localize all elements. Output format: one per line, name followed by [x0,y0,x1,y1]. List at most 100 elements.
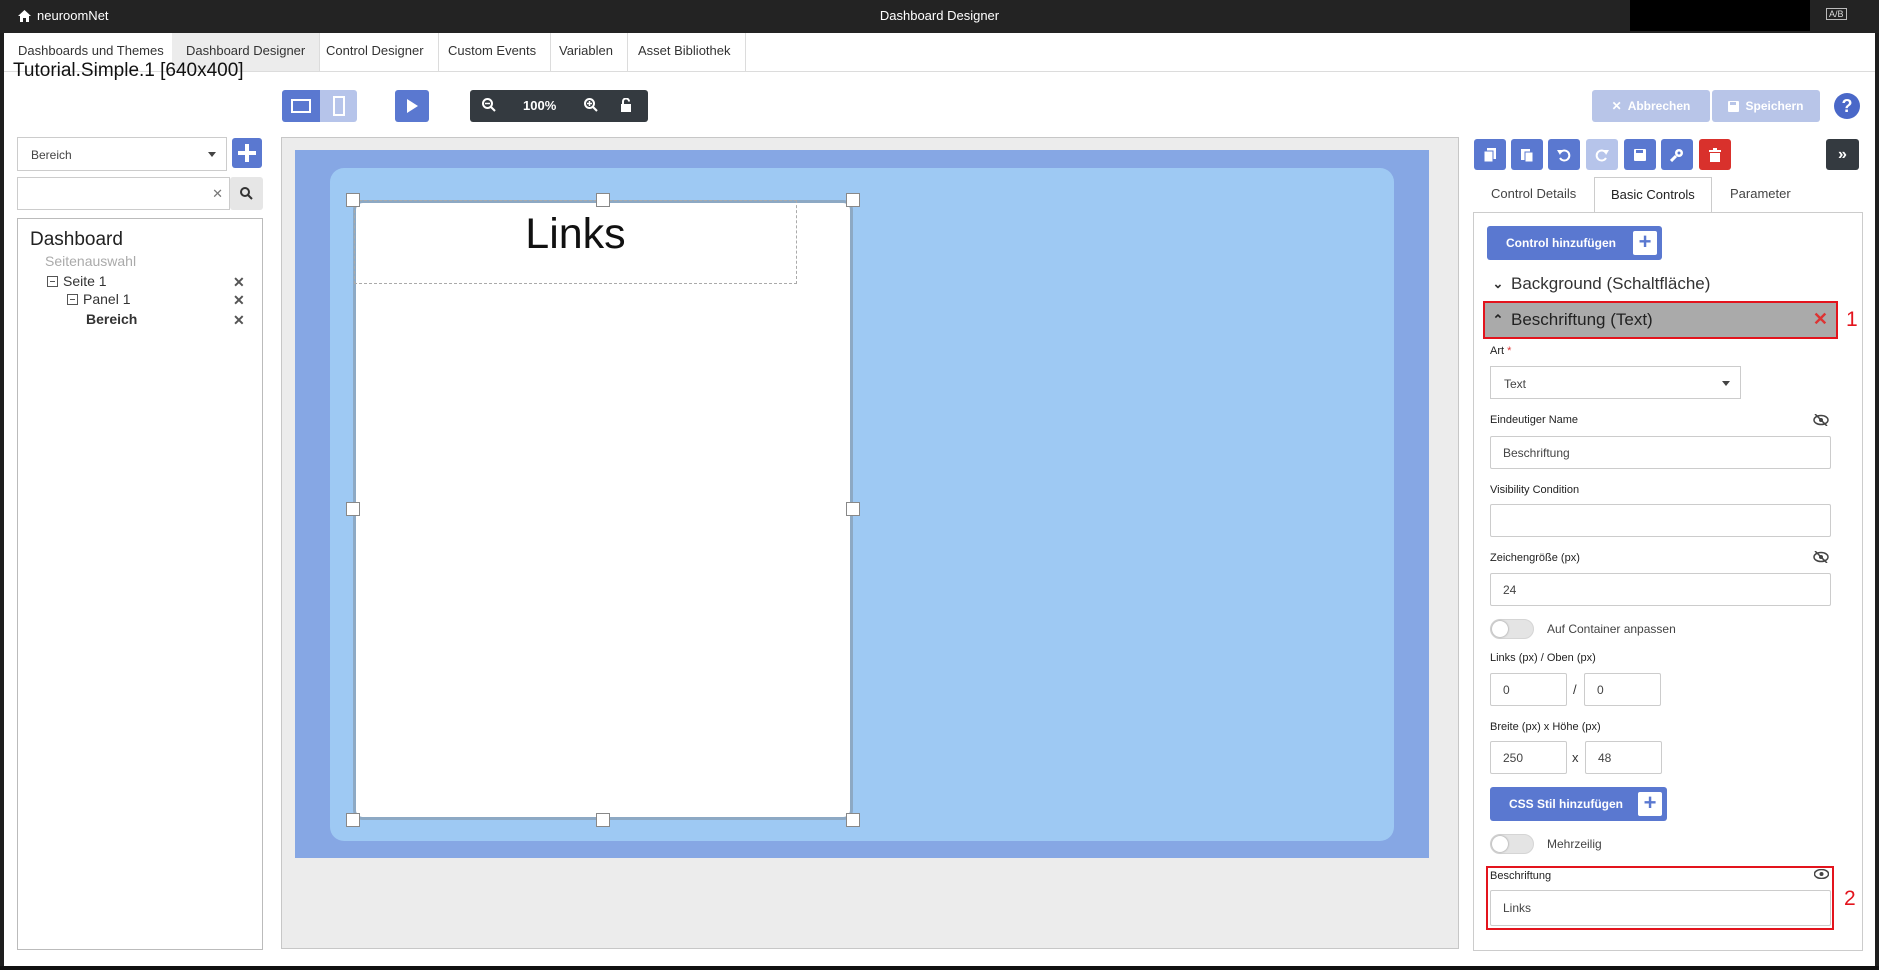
unlock-icon[interactable] [620,97,632,115]
annotation-1: 1 [1846,308,1858,331]
add-element-button[interactable] [232,138,262,168]
annotation-2: 2 [1844,887,1856,910]
window-title: Dashboard Designer [879,8,1000,23]
resize-handle[interactable] [346,502,360,516]
tree-node-bereich[interactable]: Bereich [86,311,137,327]
double-chevron-right-icon: » [1838,145,1847,163]
fit-container-toggle[interactable] [1490,619,1534,639]
search-button[interactable] [230,177,263,210]
save-label: Speichern [1745,99,1804,113]
save-button[interactable]: Speichern [1712,90,1820,122]
paste-button[interactable] [1511,139,1543,170]
unique-name-input[interactable]: Beschriftung [1490,436,1831,469]
clear-search-icon[interactable]: ✕ [212,186,223,202]
landscape-view-button[interactable] [282,90,320,122]
fit-container-label: Auf Container anpassen [1547,622,1676,636]
canvas-label-text[interactable]: Links [354,210,797,259]
top-px-input[interactable]: 0 [1584,673,1661,706]
tree-root[interactable]: Dashboard [30,229,123,251]
copy-button[interactable] [1474,139,1506,170]
copy-icon [1484,147,1496,162]
close-icon: ✕ [1611,99,1622,113]
element-type-value: Bereich [31,148,72,162]
size-label: Breite (px) x Höhe (px) [1490,721,1601,733]
undo-button[interactable] [1548,139,1580,170]
selected-panel[interactable] [353,200,853,820]
highlight-box-1 [1483,301,1838,339]
tab-custom-events[interactable]: Custom Events [434,33,552,71]
preview-play-button[interactable] [395,90,429,122]
tab-asset-bibliothek[interactable]: Asset Bibliothek [624,33,746,71]
add-control-label: Control hinzufügen [1506,236,1616,250]
resize-handle[interactable] [596,813,610,827]
left-px-input[interactable]: 0 [1490,673,1567,706]
delete-seite-1-icon[interactable]: ✕ [233,274,245,291]
delete-bereich-icon[interactable]: ✕ [233,312,245,329]
tab-basic-controls[interactable]: Basic Controls [1594,177,1712,213]
paste-icon [1521,148,1533,162]
tree-node-panel-1[interactable]: Panel 1 [67,291,130,307]
eye-slash-icon[interactable] [1813,551,1829,563]
art-select[interactable]: Text [1490,366,1741,399]
redo-icon [1595,149,1609,161]
resize-handle[interactable] [346,193,360,207]
collapse-icon[interactable] [67,293,78,305]
delete-button[interactable] [1699,139,1731,170]
height-px-input[interactable]: 48 [1585,741,1662,774]
tree-search-input[interactable]: ✕ [17,177,230,210]
tree-node-label: Panel 1 [83,291,131,307]
tree-page-select[interactable]: Seitenauswahl [45,253,136,269]
cancel-label: Abbrechen [1627,99,1691,113]
title-bar: neuroomNet Dashboard Designer A/B [0,0,1879,33]
main-menu: Dashboards und Themes Dashboard Designer… [4,33,1875,72]
chevron-down-icon [1722,380,1730,386]
tab-parameter[interactable]: Parameter [1730,177,1791,213]
cancel-button[interactable]: ✕ Abbrechen [1592,90,1710,122]
position-label: Links (px) / Oben (px) [1490,652,1596,664]
tab-variablen[interactable]: Variablen [545,33,628,71]
plus-icon [238,144,256,162]
collapse-panel-button[interactable]: » [1826,139,1859,170]
zoom-in-icon[interactable] [584,98,598,115]
tree-node-seite-1[interactable]: Seite 1 [47,273,107,289]
font-size-input[interactable]: 24 [1490,573,1831,606]
tab-control-designer[interactable]: Control Designer [312,33,439,71]
wrench-icon [1670,148,1683,162]
settings-button[interactable] [1661,139,1693,170]
add-control-button[interactable]: Control hinzufügen + [1487,226,1662,260]
delete-panel-1-icon[interactable]: ✕ [233,292,245,309]
search-icon [240,187,253,200]
element-type-select[interactable]: Bereich [17,137,227,171]
art-value: Text [1504,377,1527,391]
font-size-label: Zeichengröße (px) [1490,552,1580,564]
tab-control-details[interactable]: Control Details [1491,177,1576,213]
section-background[interactable]: ⌄ Background (Schaltfläche) [1485,267,1836,301]
position-separator: / [1573,682,1577,697]
document-title: Tutorial.Simple.1 [640x400] [13,60,244,81]
highlight-box-2 [1486,866,1834,930]
multiline-label: Mehrzeilig [1547,837,1602,851]
section-title: Background (Schaltfläche) [1511,274,1711,293]
zoom-toolbar: 100% [470,90,648,122]
multiline-toggle[interactable] [1490,834,1534,854]
language-icon[interactable]: A/B [1826,8,1847,20]
zoom-out-icon[interactable] [482,98,496,115]
eye-slash-icon[interactable] [1813,414,1829,426]
collapse-icon[interactable] [47,275,58,287]
element-tree: Dashboard Seitenauswahl Seite 1 ✕ Panel … [17,218,263,950]
resize-handle[interactable] [846,502,860,516]
trash-icon [1709,147,1721,162]
unique-name-label: Eindeutiger Name [1490,414,1579,426]
help-icon[interactable]: ? [1834,93,1860,119]
resize-handle[interactable] [596,193,610,207]
resize-handle[interactable] [846,813,860,827]
store-button[interactable] [1624,139,1656,170]
add-css-style-button[interactable]: CSS Stil hinzufügen + [1490,787,1667,821]
width-px-input[interactable]: 250 [1490,741,1567,774]
portrait-view-button[interactable] [320,90,357,122]
tree-node-label: Bereich [86,311,138,327]
resize-handle[interactable] [846,193,860,207]
visibility-condition-input[interactable] [1490,504,1831,537]
redo-button[interactable] [1586,139,1618,170]
resize-handle[interactable] [346,813,360,827]
